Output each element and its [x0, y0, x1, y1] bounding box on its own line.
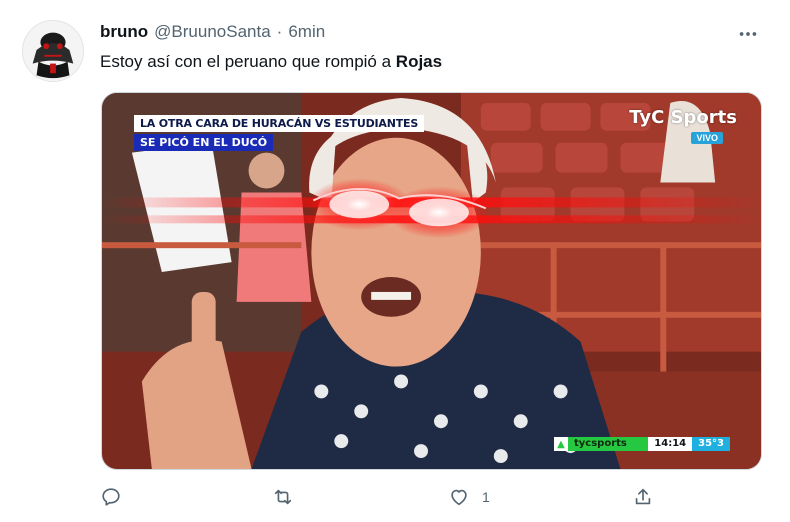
- more-icon: [739, 32, 757, 36]
- live-badge: VIVO: [691, 132, 723, 144]
- like-count: 1: [482, 489, 490, 505]
- tweet-text: Estoy así con el peruano que rompió a Ro…: [100, 52, 442, 72]
- display-name[interactable]: bruno: [100, 22, 148, 42]
- user-handle[interactable]: @BruunoSanta: [154, 22, 271, 42]
- like-button[interactable]: 1: [448, 486, 490, 508]
- banner-headline: LA OTRA CARA DE HURACÁN VS ESTUDIANTES: [134, 115, 425, 132]
- tweet-actions: 1: [100, 486, 660, 516]
- banner-subheadline: SE PICÓ EN EL DUCÓ: [134, 134, 274, 151]
- avatar[interactable]: [22, 20, 84, 82]
- reply-button[interactable]: [100, 486, 122, 508]
- timestamp[interactable]: 6min: [288, 22, 325, 42]
- video-banner: LA OTRA CARA DE HURACÁN VS ESTUDIANTES S…: [134, 115, 425, 151]
- tweet-header: bruno @BruunoSanta · 6min: [100, 22, 325, 42]
- share-icon: [635, 488, 651, 505]
- more-options-button[interactable]: [736, 22, 760, 46]
- share-button[interactable]: [632, 486, 654, 508]
- retweet-button[interactable]: [272, 486, 294, 508]
- tweet-media[interactable]: LA OTRA CARA DE HURACÁN VS ESTUDIANTES S…: [101, 92, 762, 470]
- tweet-card[interactable]: bruno @BruunoSanta · 6min Estoy así con …: [0, 0, 790, 522]
- broadcaster-logo: TyC Sports VIVO: [629, 107, 737, 146]
- tweet-text-bold: Rojas: [395, 52, 443, 71]
- logo-text: TyC Sports: [629, 107, 737, 128]
- avatar-image: [23, 21, 83, 81]
- ticker-time: 14:14: [648, 437, 693, 451]
- twitter-bird-icon: ▲: [554, 437, 568, 451]
- video-ticker: ▲ tycsports 14:14 35°3: [554, 437, 730, 451]
- retweet-icon: [274, 489, 292, 505]
- tweet-text-body: Estoy así con el peruano que rompió a: [100, 52, 396, 71]
- heart-icon: [451, 489, 467, 506]
- reply-icon: [102, 488, 120, 506]
- separator-dot: ·: [276, 22, 283, 41]
- ticker-handle: tycsports: [568, 437, 649, 451]
- ticker-temperature: 35°3: [692, 437, 730, 451]
